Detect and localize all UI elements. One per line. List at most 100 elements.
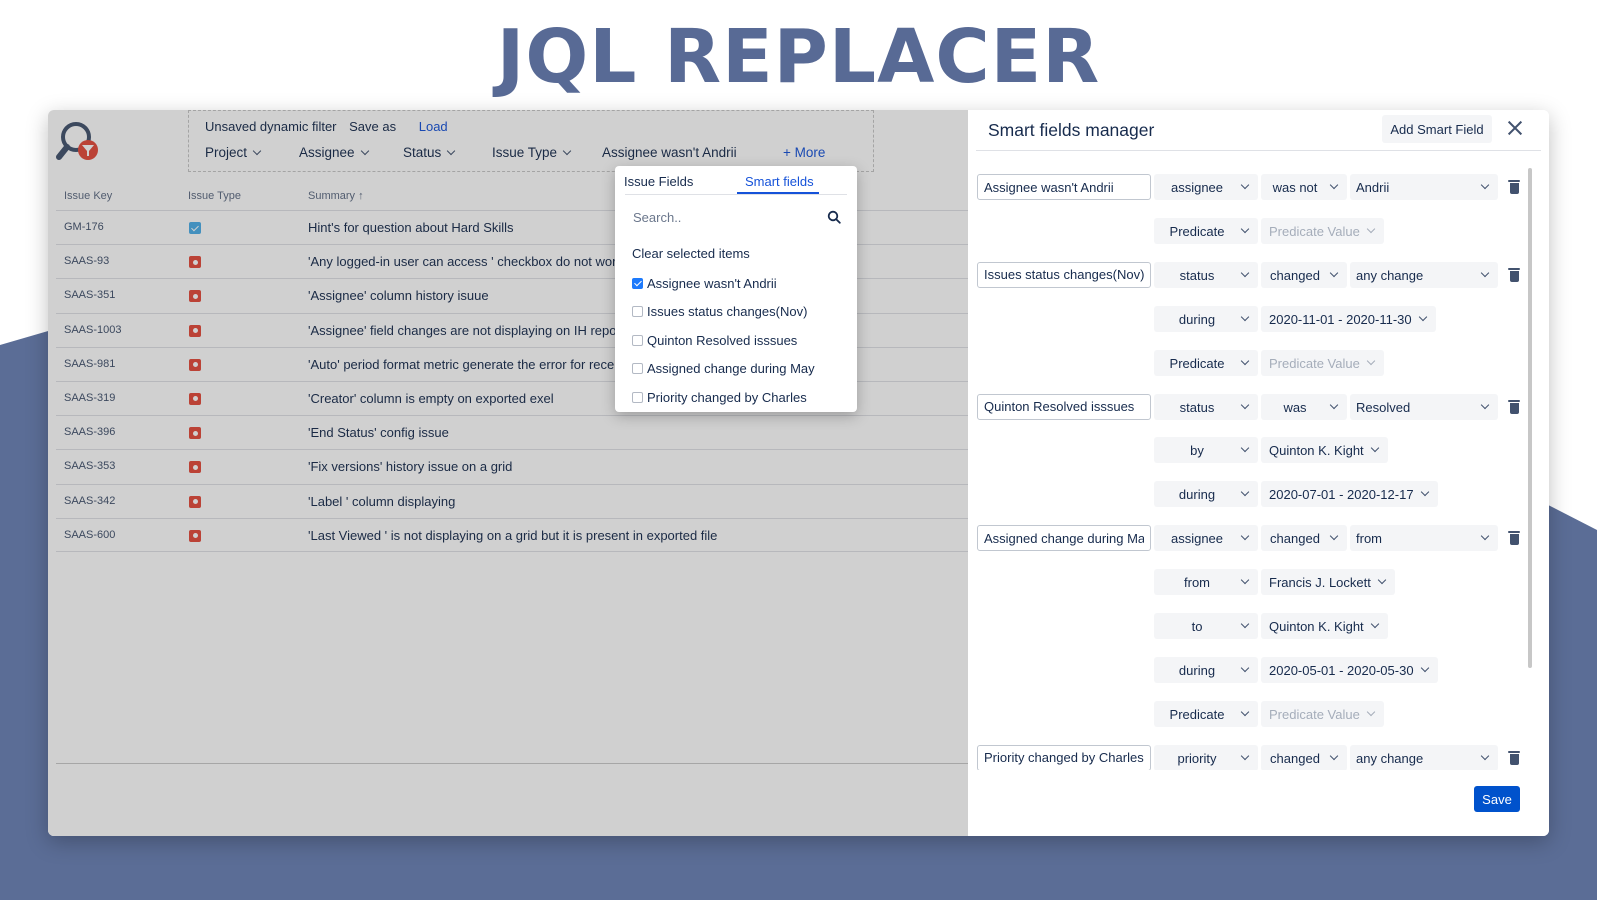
field-select[interactable]: assignee	[1154, 525, 1258, 552]
trash-icon[interactable]	[1508, 180, 1520, 194]
issue-key[interactable]: SAAS-93	[64, 255, 109, 267]
issue-summary[interactable]: 'Fix versions' history issue on a grid	[308, 459, 512, 474]
predicate-value-select[interactable]: 2020-05-01 - 2020-05-30	[1261, 656, 1438, 683]
trash-icon[interactable]	[1508, 267, 1520, 282]
checkbox-icon[interactable]	[632, 278, 643, 289]
save-as-link[interactable]: Save as	[349, 119, 396, 134]
smart-field-name-input[interactable]	[977, 261, 1151, 288]
issue-key[interactable]: SAAS-981	[64, 358, 115, 370]
predicate-select[interactable]: Predicate	[1154, 349, 1258, 376]
assignee-filter[interactable]: Assignee	[299, 145, 369, 160]
operator-select[interactable]: changed	[1261, 744, 1347, 770]
predicate-value-select[interactable]: 2020-07-01 - 2020-12-17	[1261, 481, 1438, 508]
smart-field-name-input[interactable]	[977, 174, 1151, 200]
issue-type-filter[interactable]: Issue Type	[492, 145, 572, 160]
operator-select[interactable]: changed	[1261, 525, 1347, 552]
select-value: Predicate Value	[1269, 355, 1360, 371]
trash-icon[interactable]	[1508, 750, 1520, 765]
field-select[interactable]: assignee	[1154, 174, 1258, 200]
predicate-value-select[interactable]: Quinton K. Kight	[1261, 437, 1388, 464]
column-summary[interactable]: Summary ↑	[308, 190, 364, 202]
value-select[interactable]: from	[1350, 525, 1498, 552]
smart-field-name-input[interactable]	[977, 393, 1151, 420]
issue-summary[interactable]: 'Creator' column is empty on exported ex…	[308, 391, 554, 406]
predicate-select[interactable]: during	[1154, 656, 1258, 683]
field-select[interactable]: status	[1154, 393, 1258, 420]
task-type-icon	[189, 222, 201, 234]
issue-summary[interactable]: 'Auto' period format metric generate the…	[308, 357, 628, 372]
more-button[interactable]: + More	[783, 145, 825, 160]
smart-field-name-input[interactable]	[977, 744, 1151, 770]
issue-key[interactable]: SAAS-319	[64, 392, 115, 404]
trash-icon[interactable]	[1508, 531, 1520, 546]
scrollbar[interactable]	[1528, 168, 1532, 668]
dropdown-tabs: Issue Fields Smart fields	[615, 166, 857, 194]
table-row[interactable]: SAAS-342 'Label ' column displaying	[56, 483, 968, 518]
close-icon[interactable]	[1506, 119, 1524, 137]
predicate-select[interactable]: Predicate	[1154, 217, 1258, 244]
predicate-select[interactable]: Predicate	[1154, 700, 1258, 727]
smart-field-row: to Quinton K. Kight	[968, 613, 1528, 639]
issue-key[interactable]: SAAS-600	[64, 529, 115, 541]
issue-key[interactable]: SAAS-396	[64, 426, 115, 438]
predicate-value-select[interactable]: Predicate Value	[1261, 217, 1384, 244]
table-row[interactable]: SAAS-600 'Last Viewed ' is not displaying…	[56, 517, 968, 552]
predicate-select[interactable]: by	[1154, 437, 1258, 464]
issue-key[interactable]: SAAS-351	[64, 289, 115, 301]
column-issue-type[interactable]: Issue Type	[188, 190, 241, 202]
value-select[interactable]: any change	[1350, 261, 1498, 288]
tab-issue-fields[interactable]: Issue Fields	[624, 174, 693, 189]
issue-summary[interactable]: 'Last Viewed ' is not displaying on a gr…	[308, 528, 717, 543]
predicate-value-select[interactable]: Quinton K. Kight	[1261, 613, 1388, 639]
bug-type-icon	[189, 427, 201, 440]
project-filter[interactable]: Project	[205, 145, 262, 160]
trash-icon[interactable]	[1508, 399, 1520, 414]
issue-key[interactable]: SAAS-342	[64, 495, 115, 507]
value-select[interactable]: Andrii	[1350, 174, 1498, 200]
value-select[interactable]: any change	[1350, 744, 1498, 770]
load-link[interactable]: Load	[419, 119, 448, 134]
predicate-select[interactable]: during	[1154, 305, 1258, 332]
predicate-select[interactable]: from	[1154, 569, 1258, 596]
search-input[interactable]: Search..	[625, 204, 847, 232]
save-button[interactable]: Save	[1474, 786, 1520, 812]
predicate-value-select[interactable]: Predicate Value	[1261, 349, 1384, 376]
status-filter[interactable]: Status	[403, 145, 456, 160]
predicate-select[interactable]: to	[1154, 613, 1258, 639]
issue-summary[interactable]: 'Label ' column displaying	[308, 494, 455, 509]
issue-summary[interactable]: 'Any logged-in user can access ' checkbo…	[308, 254, 623, 269]
clear-selected-button[interactable]: Clear selected items	[632, 246, 750, 261]
predicate-value-select[interactable]: 2020-11-01 - 2020-11-30	[1261, 305, 1436, 332]
issue-key[interactable]: SAAS-1003	[64, 324, 121, 336]
checkbox-icon[interactable]	[632, 391, 643, 403]
tab-smart-fields[interactable]: Smart fields	[745, 174, 814, 189]
issue-summary[interactable]: Hint's for question about Hard Skills	[308, 220, 514, 235]
add-smart-field-button[interactable]: Add Smart Field	[1382, 115, 1492, 143]
issue-key[interactable]: SAAS-353	[64, 460, 115, 472]
chevron-down-icon	[1240, 180, 1250, 190]
smart-filter-chip[interactable]: Assignee wasn't Andrii	[602, 145, 737, 160]
predicate-select[interactable]: during	[1154, 481, 1258, 508]
issue-summary[interactable]: 'Assignee' column history isuue	[308, 288, 489, 303]
bug-type-icon	[189, 461, 201, 474]
issue-key[interactable]: GM-176	[64, 221, 104, 233]
issue-summary[interactable]: 'End Status' config issue	[308, 425, 449, 440]
chevron-down-icon	[1480, 180, 1490, 190]
checkbox-icon[interactable]	[632, 334, 643, 346]
operator-select[interactable]: was not	[1261, 174, 1347, 200]
field-select[interactable]: priority	[1154, 744, 1258, 770]
field-select[interactable]: status	[1154, 261, 1258, 288]
checkbox-icon[interactable]	[632, 363, 643, 375]
value-select[interactable]: Resolved	[1350, 393, 1498, 420]
checkbox-icon[interactable]	[632, 306, 643, 318]
issue-summary[interactable]: 'Assignee' field changes are not display…	[308, 323, 624, 338]
smart-field-name-input[interactable]	[977, 525, 1151, 552]
operator-select[interactable]: was	[1261, 393, 1347, 420]
table-row[interactable]: SAAS-396 'End Status' config issue	[56, 415, 968, 449]
predicate-value-select[interactable]: Francis J. Lockett	[1261, 569, 1395, 596]
predicate-value-select[interactable]: Predicate Value	[1261, 700, 1384, 727]
table-row[interactable]: SAAS-353 'Fix versions' history issue on …	[56, 449, 968, 483]
operator-select[interactable]: changed	[1261, 261, 1347, 288]
column-issue-key[interactable]: Issue Key	[64, 190, 112, 202]
chevron-down-icon	[1329, 400, 1339, 409]
